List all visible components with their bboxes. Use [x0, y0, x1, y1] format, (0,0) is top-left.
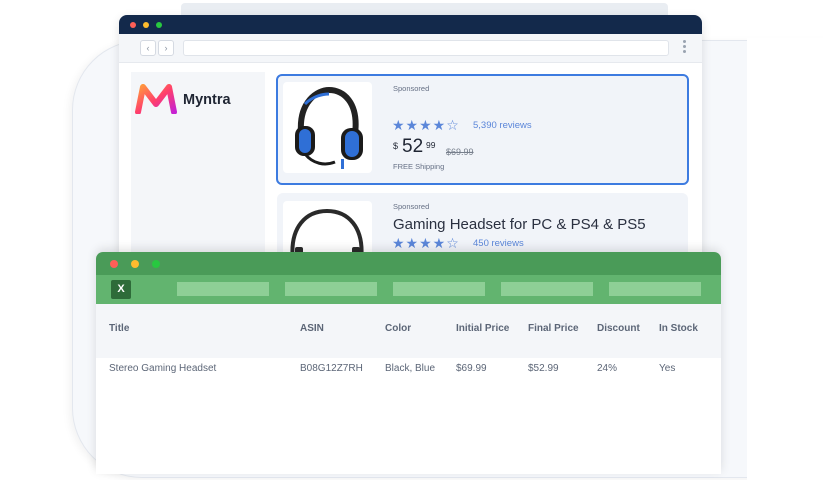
column-header-final-price[interactable]: Final Price	[528, 323, 579, 334]
cell-title[interactable]: Stereo Gaming Headset	[109, 363, 216, 374]
close-window-button[interactable]	[130, 22, 136, 28]
price-cents: 99	[426, 140, 436, 150]
column-header-title[interactable]: Title	[109, 323, 129, 334]
sponsored-label-2: Sponsored	[393, 202, 430, 211]
ribbon-tab[interactable]	[285, 282, 377, 296]
cell-final-price[interactable]: $52.99	[528, 363, 559, 374]
chevron-right-icon: ›	[164, 43, 168, 53]
reviews-link-2[interactable]: 450 reviews	[473, 238, 524, 249]
column-header-initial-price[interactable]: Initial Price	[456, 323, 509, 334]
chevron-left-icon: ‹	[146, 43, 150, 53]
ribbon-tab[interactable]	[177, 282, 269, 296]
address-bar[interactable]	[183, 40, 669, 56]
back-button[interactable]: ‹	[140, 40, 156, 56]
product-title[interactable]: Gaming Headset for PC & PS4 & PS5	[393, 216, 646, 233]
rating-stars: ★★★★☆	[392, 117, 460, 133]
shipping-label: FREE Shipping	[393, 162, 445, 171]
column-header-in-stock[interactable]: In Stock	[659, 323, 698, 334]
rating-stars-2: ★★★★☆	[392, 235, 460, 251]
myntra-logo-icon	[135, 84, 177, 114]
reviews-link[interactable]: 5,390 reviews	[473, 120, 532, 131]
column-header-discount[interactable]: Discount	[597, 323, 640, 334]
price-main: 52	[402, 136, 424, 157]
minimize-window-button[interactable]	[143, 22, 149, 28]
spreadsheet-window: X Title ASIN Color Initial Price Final P…	[96, 252, 721, 474]
spreadsheet-titlebar	[96, 252, 721, 275]
excel-icon: X	[111, 280, 131, 299]
close-window-button[interactable]	[110, 260, 118, 268]
cell-discount[interactable]: 24%	[597, 363, 617, 374]
cell-initial-price[interactable]: $69.99	[456, 363, 487, 374]
maximize-window-button[interactable]	[152, 260, 160, 268]
price-currency: $	[393, 141, 399, 151]
cell-asin[interactable]: B08G12Z7RH	[300, 363, 363, 374]
background-edge	[747, 38, 823, 480]
sponsored-label: Sponsored	[393, 84, 430, 93]
product-image[interactable]	[283, 82, 372, 173]
maximize-window-button[interactable]	[156, 22, 162, 28]
headset-image	[295, 86, 363, 169]
cell-in-stock[interactable]: Yes	[659, 363, 675, 374]
column-header-color[interactable]: Color	[385, 323, 411, 334]
cell-color[interactable]: Black, Blue	[385, 363, 435, 374]
browser-toolbar: ‹ ›	[119, 34, 702, 63]
ribbon-tab[interactable]	[501, 282, 593, 296]
column-header-asin[interactable]: ASIN	[300, 323, 324, 334]
ribbon-tab[interactable]	[609, 282, 701, 296]
spreadsheet-ribbon: X	[96, 275, 721, 304]
more-menu-icon[interactable]	[682, 40, 686, 56]
forward-button[interactable]: ›	[158, 40, 174, 56]
ribbon-tab[interactable]	[393, 282, 485, 296]
minimize-window-button[interactable]	[131, 260, 139, 268]
original-price: $69.99	[446, 147, 474, 157]
browser-titlebar	[119, 15, 702, 34]
logo-text[interactable]: Myntra	[183, 92, 231, 108]
